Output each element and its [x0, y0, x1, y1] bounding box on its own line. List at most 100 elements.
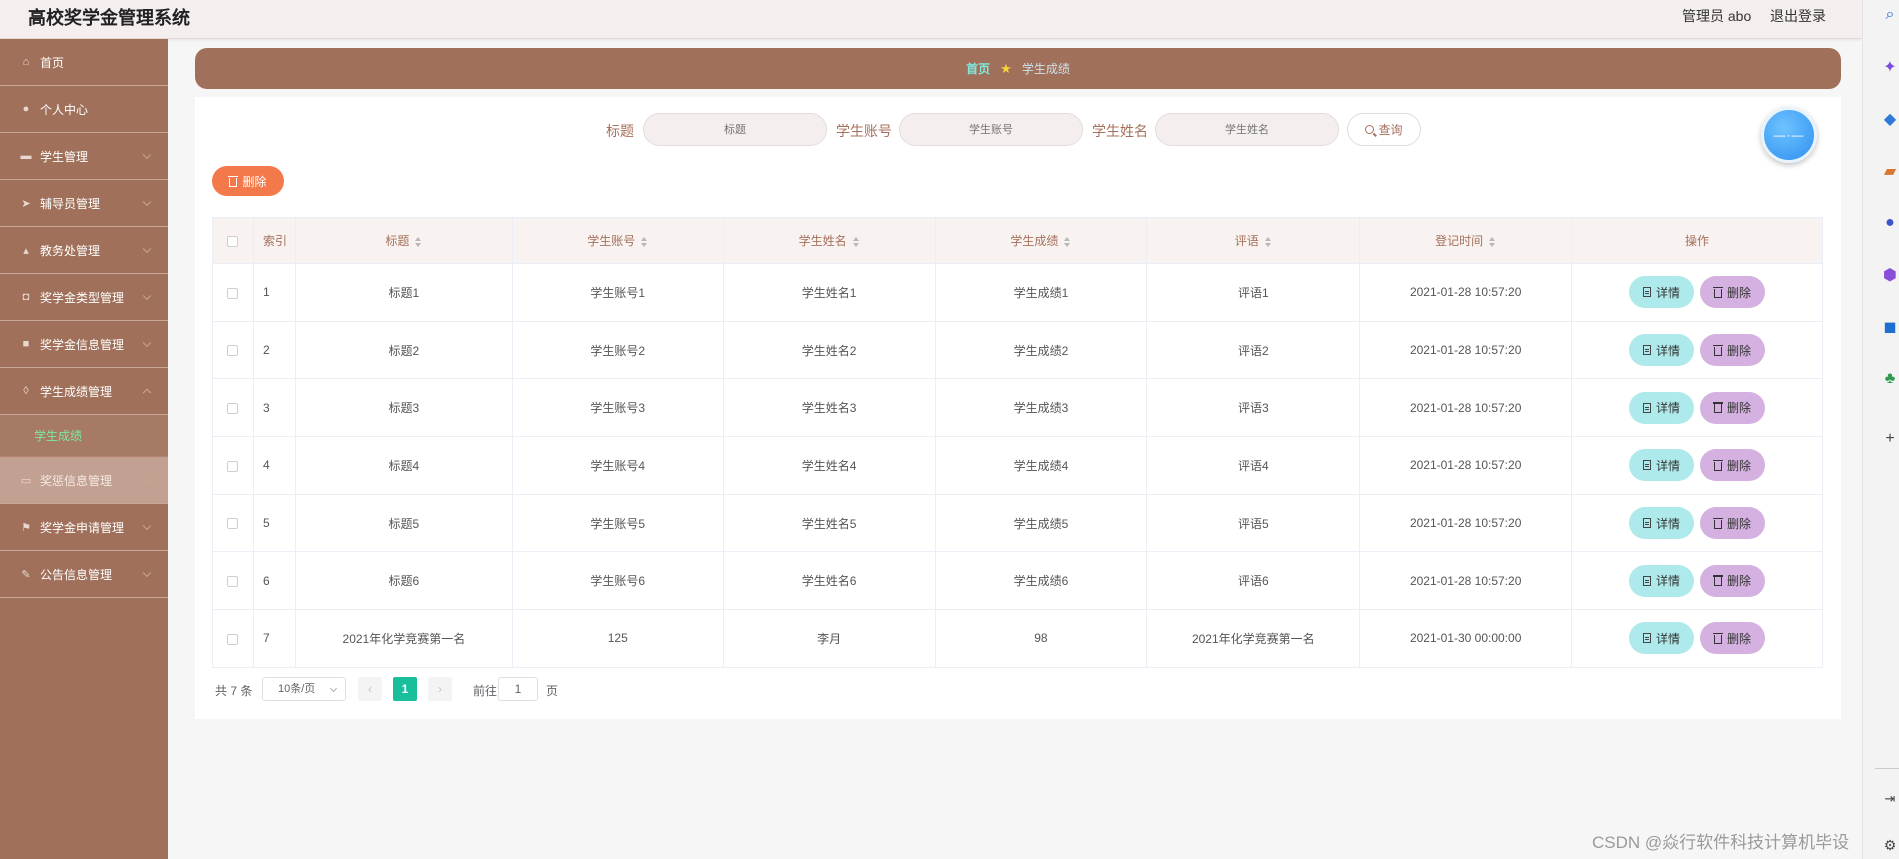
- row-delete-button[interactable]: 删除: [1700, 334, 1766, 367]
- star-icon: ★: [1000, 60, 1012, 76]
- sort-icon[interactable]: [852, 236, 860, 247]
- detail-label: 详情: [1656, 574, 1681, 589]
- sort-icon[interactable]: [640, 236, 648, 247]
- row-checkbox[interactable]: [227, 633, 239, 645]
- sidebar-item-profile[interactable]: ● 个人中心: [0, 86, 168, 133]
- delete-label: 删除: [1727, 631, 1752, 646]
- sidebar-item-students[interactable]: ▬ 学生管理: [0, 133, 168, 180]
- gear-icon[interactable]: ⚙: [1881, 836, 1899, 854]
- row-select-cell: [212, 436, 254, 495]
- sort-icon[interactable]: [414, 236, 422, 247]
- sidebar-item-label: 辅导员管理: [40, 196, 101, 211]
- row-checkbox[interactable]: [227, 403, 239, 415]
- cell-actions: 详情 删除: [1571, 551, 1823, 611]
- sidebar-item-academic-office[interactable]: ▴ 教务处管理: [0, 227, 168, 274]
- cell-time: 2021-01-28 10:57:20: [1359, 551, 1573, 611]
- page-number-current[interactable]: 1: [393, 677, 417, 701]
- cell-comment: 评语1: [1146, 263, 1361, 322]
- sidebar-item-applications[interactable]: ⚑ 奖学金申请管理: [0, 504, 168, 551]
- document-icon: [1643, 518, 1652, 529]
- prev-page-button[interactable]: ‹: [358, 677, 382, 701]
- row-checkbox[interactable]: [227, 345, 239, 357]
- office-icon[interactable]: ⬢: [1881, 266, 1899, 284]
- chevron-down-icon: [142, 291, 152, 301]
- next-page-button[interactable]: ›: [428, 677, 452, 701]
- column-header-grade[interactable]: 学生成绩: [934, 217, 1148, 264]
- sort-icon[interactable]: [1063, 236, 1071, 247]
- row-delete-button[interactable]: 删除: [1700, 391, 1766, 424]
- logout-link[interactable]: 退出登录: [1770, 6, 1826, 26]
- chat-icon: ▬: [20, 150, 32, 162]
- sidebar-item-label: 学生管理: [40, 149, 89, 164]
- detail-label: 详情: [1656, 458, 1681, 473]
- row-delete-button[interactable]: 删除: [1700, 449, 1766, 482]
- column-header-account[interactable]: 学生账号: [511, 217, 724, 264]
- cell-name: 学生姓名1: [722, 263, 936, 322]
- breadcrumb-home[interactable]: 首页: [966, 60, 990, 77]
- cell-comment: 评语3: [1146, 378, 1361, 438]
- row-checkbox[interactable]: [227, 287, 239, 299]
- people-icon[interactable]: ●: [1881, 214, 1899, 232]
- add-icon[interactable]: +: [1881, 430, 1899, 448]
- sidebar-item-scholarship-types[interactable]: ◘ 奖学金类型管理: [0, 274, 168, 321]
- goto-page-input[interactable]: 1: [498, 677, 538, 701]
- tree-icon[interactable]: ♣: [1881, 370, 1899, 388]
- batch-delete-button[interactable]: 删除: [212, 166, 284, 196]
- sidebar-toggle-icon[interactable]: ⇥: [1881, 790, 1899, 808]
- detail-button[interactable]: 详情: [1629, 276, 1695, 309]
- row-checkbox[interactable]: [227, 460, 239, 472]
- chevron-up-icon: [142, 388, 152, 398]
- detail-button[interactable]: 详情: [1629, 449, 1695, 482]
- assistant-bubble-icon[interactable]: —·—: [1761, 107, 1817, 163]
- row-delete-button[interactable]: 删除: [1700, 276, 1766, 309]
- page-size-select[interactable]: 10条/页: [262, 677, 346, 701]
- chevron-down-icon: [142, 150, 152, 160]
- sidebar-item-rewards[interactable]: ▭ 奖惩信息管理: [0, 457, 168, 504]
- table-row: 4 标题4 学生账号4 学生姓名4 学生成绩4 评语4 2021-01-28 10:57:2…: [212, 436, 1823, 495]
- sort-icon[interactable]: [1264, 236, 1272, 247]
- toolbox-icon[interactable]: ▰: [1881, 162, 1899, 180]
- search-button[interactable]: 查询: [1347, 113, 1421, 146]
- sort-icon[interactable]: [1488, 236, 1496, 247]
- detail-button[interactable]: 详情: [1629, 564, 1695, 597]
- tag-icon[interactable]: ◆: [1881, 110, 1899, 128]
- cell-index: 4: [252, 436, 296, 495]
- detail-button[interactable]: 详情: [1629, 391, 1695, 424]
- cell-grade: 学生成绩6: [934, 551, 1148, 611]
- search-input-account[interactable]: [899, 113, 1083, 146]
- column-header-title[interactable]: 标题: [294, 217, 513, 264]
- detail-button[interactable]: 详情: [1629, 334, 1695, 367]
- top-header: 高校奖学金管理系统 管理员 abo 退出登录: [0, 0, 1862, 39]
- sidebar-item-grades[interactable]: ◊ 学生成绩管理: [0, 368, 168, 415]
- search-input-title[interactable]: [643, 113, 827, 146]
- row-checkbox[interactable]: [227, 576, 239, 588]
- cell-comment: 评语4: [1146, 436, 1361, 495]
- sidebar-item-home[interactable]: ⌂ 首页: [0, 39, 168, 86]
- detail-button[interactable]: 详情: [1629, 622, 1695, 655]
- outlook-icon[interactable]: ◼: [1881, 318, 1899, 336]
- sidebar-item-notices[interactable]: ✎ 公告信息管理: [0, 551, 168, 598]
- home-icon: ⌂: [22, 56, 30, 68]
- column-header-name[interactable]: 学生姓名: [722, 217, 936, 264]
- sidebar-item-scholarship-info[interactable]: ■ 奖学金信息管理: [0, 321, 168, 368]
- sidebar-subitem-student-grades[interactable]: 学生成绩: [0, 415, 168, 457]
- search-icon[interactable]: ⌕: [1881, 6, 1899, 24]
- row-select-cell: [212, 551, 254, 611]
- column-header-comment[interactable]: 评语: [1146, 217, 1361, 264]
- sidebar-item-label: 奖学金信息管理: [40, 337, 125, 352]
- row-delete-button[interactable]: 删除: [1700, 564, 1766, 597]
- cell-title: 标题6: [294, 551, 513, 611]
- row-checkbox[interactable]: [227, 518, 239, 530]
- detail-label: 详情: [1656, 285, 1681, 300]
- copilot-icon[interactable]: ✦: [1881, 58, 1899, 76]
- chevron-down-icon: [142, 338, 152, 348]
- row-delete-button[interactable]: 删除: [1700, 622, 1766, 655]
- row-delete-button[interactable]: 删除: [1700, 507, 1766, 540]
- select-all-checkbox[interactable]: [227, 235, 239, 247]
- search-input-name[interactable]: [1155, 113, 1339, 146]
- detail-button[interactable]: 详情: [1629, 507, 1695, 540]
- document-icon: [1643, 345, 1652, 356]
- column-header-time[interactable]: 登记时间: [1359, 217, 1573, 264]
- sidebar-item-counselors[interactable]: ➤ 辅导员管理: [0, 180, 168, 227]
- cell-actions: 详情 删除: [1571, 378, 1823, 438]
